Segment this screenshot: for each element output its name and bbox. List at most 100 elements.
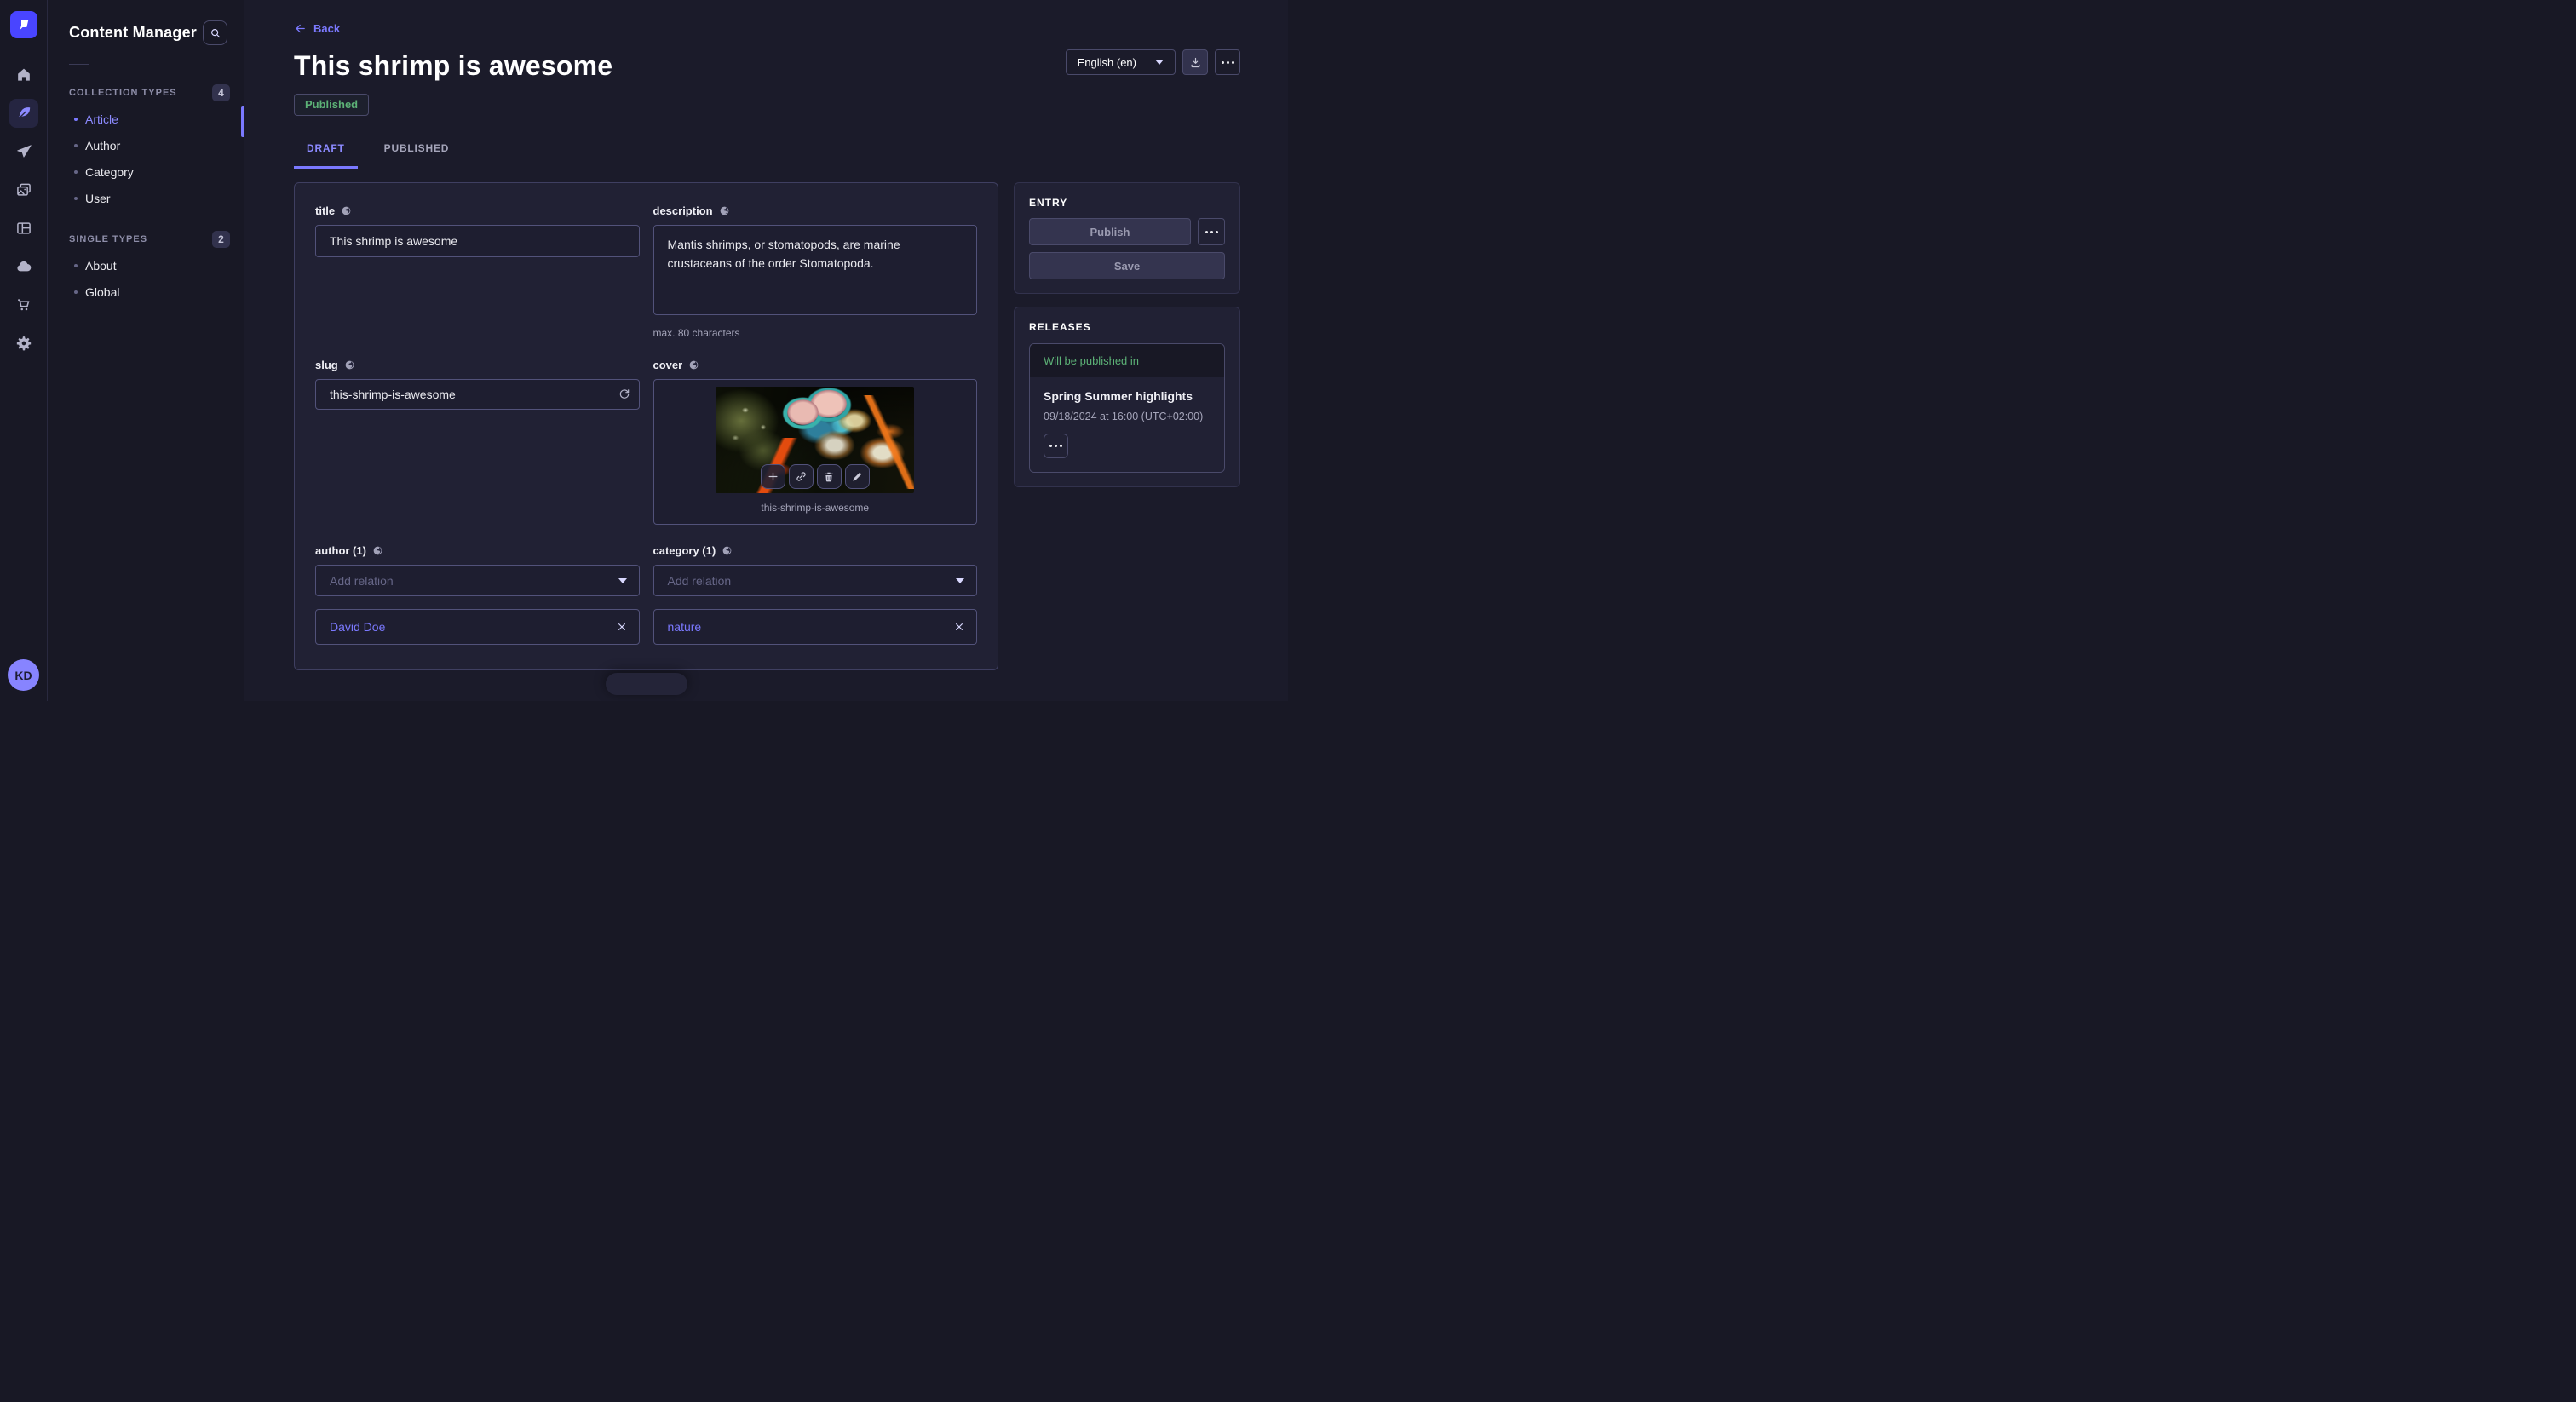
bullet-icon [74,197,78,200]
field-slug: slug [315,359,640,525]
edit-view: Back This shrimp is awesome English (en)… [244,0,1288,701]
search-icon [210,27,221,39]
releases-icon[interactable] [9,137,38,166]
settings-icon[interactable] [9,329,38,358]
download-icon [1189,56,1202,69]
sidebar-item-user[interactable]: User [48,185,244,211]
cover-field-box: this-shrimp-is-awesome [653,379,978,525]
locale-globe-icon [688,359,699,371]
app-window: KD Content Manager COLLECTION TYPES 4 Ar… [0,0,1288,701]
close-icon [617,622,627,632]
category-relation-link[interactable]: nature [668,620,702,634]
remove-author-button[interactable] [617,622,627,632]
search-button[interactable] [203,20,227,45]
sidebar-item-article[interactable]: Article [48,106,244,132]
plus-icon [767,470,779,483]
single-types-count-badge: 2 [212,231,230,248]
bullet-icon [74,264,78,267]
chevron-down-icon [618,578,627,583]
chevron-down-icon [956,578,964,583]
strapi-logo-icon [16,17,32,32]
release-status: Will be published in [1030,344,1224,377]
pencil-icon [851,471,863,483]
ellipsis-icon [1205,231,1218,233]
subnav-divider [69,64,89,65]
bullet-icon [74,144,78,147]
field-cover: cover [653,359,978,525]
release-card: Will be published in Spring Summer highl… [1029,343,1225,473]
tab-published[interactable]: PUBLISHED [371,137,463,169]
home-icon[interactable] [9,60,38,89]
more-options-button[interactable] [1215,49,1240,75]
locale-globe-icon [341,205,352,216]
sidebar-item-about[interactable]: About [48,252,244,279]
author-relation-link[interactable]: David Doe [330,620,385,634]
trash-icon [823,471,835,483]
status-badge: Published [294,94,369,116]
field-category: category (1) Add relation nature [653,544,978,645]
sidebar-item-global[interactable]: Global [48,279,244,305]
sidebar-item-category[interactable]: Category [48,158,244,185]
deploy-icon[interactable] [9,252,38,281]
release-more-button[interactable] [1044,434,1068,458]
release-date: 09/18/2024 at 16:00 (UTC+02:00) [1044,411,1210,422]
cover-image [716,387,914,493]
title-input[interactable] [315,225,640,257]
content-manager-icon[interactable] [9,99,38,128]
media-library-icon[interactable] [9,175,38,204]
entry-more-button[interactable] [1198,218,1225,245]
content-type-builder-icon[interactable] [9,214,38,243]
active-item-indicator [241,106,244,137]
content-manager-subnav: Content Manager COLLECTION TYPES 4 Artic… [48,0,244,701]
collection-types-count-badge: 4 [212,84,230,101]
release-name: Spring Summer highlights [1044,389,1210,403]
copy-link-button[interactable] [789,464,814,489]
field-author: author (1) Add relation David Doe [315,544,640,645]
field-description: description Mantis shrimps, or stomatopo… [653,204,978,339]
releases-panel: RELEASES Will be published in Spring Sum… [1014,307,1240,487]
refresh-icon [618,388,631,401]
locale-select[interactable]: English (en) [1066,49,1176,75]
page-title: This shrimp is awesome [294,52,612,79]
subnav-title: Content Manager [69,24,197,42]
ellipsis-icon [1222,61,1234,64]
remove-category-button[interactable] [954,622,964,632]
arrow-left-icon [294,22,307,35]
floating-pill [606,673,687,695]
version-tabs: DRAFT PUBLISHED [294,137,1240,169]
category-relation-item: nature [653,609,978,645]
author-relation-combobox[interactable]: Add relation [315,565,640,596]
description-textarea[interactable]: Mantis shrimps, or stomatopods, are mari… [653,225,978,315]
link-icon [795,470,808,483]
tab-draft[interactable]: DRAFT [294,137,358,169]
cover-caption: this-shrimp-is-awesome [761,502,869,514]
publish-button[interactable]: Publish [1029,218,1191,245]
slug-input[interactable] [315,379,640,410]
download-button[interactable] [1182,49,1208,75]
user-avatar[interactable]: KD [8,659,39,691]
entry-panel: ENTRY Publish Save [1014,182,1240,294]
collection-types-section: COLLECTION TYPES 4 Article Author Catego… [48,80,244,211]
ellipsis-icon [1049,445,1062,447]
save-button[interactable]: Save [1029,252,1225,279]
entry-form-card: title description Mantis shrimps, or sto… [294,182,998,670]
add-asset-button[interactable] [761,464,785,489]
releases-panel-title: RELEASES [1029,321,1225,333]
locale-globe-icon [719,205,730,216]
back-link[interactable]: Back [294,22,340,35]
right-sidebar: ENTRY Publish Save RELEASES Will be pub [1014,182,1240,487]
main-nav-rail: KD [0,0,48,701]
edit-asset-button[interactable] [845,464,870,489]
delete-asset-button[interactable] [817,464,842,489]
regenerate-slug-button[interactable] [618,388,631,401]
description-hint: max. 80 characters [653,327,978,339]
category-relation-combobox[interactable]: Add relation [653,565,978,596]
bullet-icon [74,170,78,174]
sidebar-item-author[interactable]: Author [48,132,244,158]
marketplace-icon[interactable] [9,290,38,319]
bullet-icon [74,118,78,121]
strapi-logo[interactable] [10,11,37,38]
cover-actions [761,464,870,489]
rail-nav [9,60,38,358]
locale-globe-icon [372,545,383,556]
